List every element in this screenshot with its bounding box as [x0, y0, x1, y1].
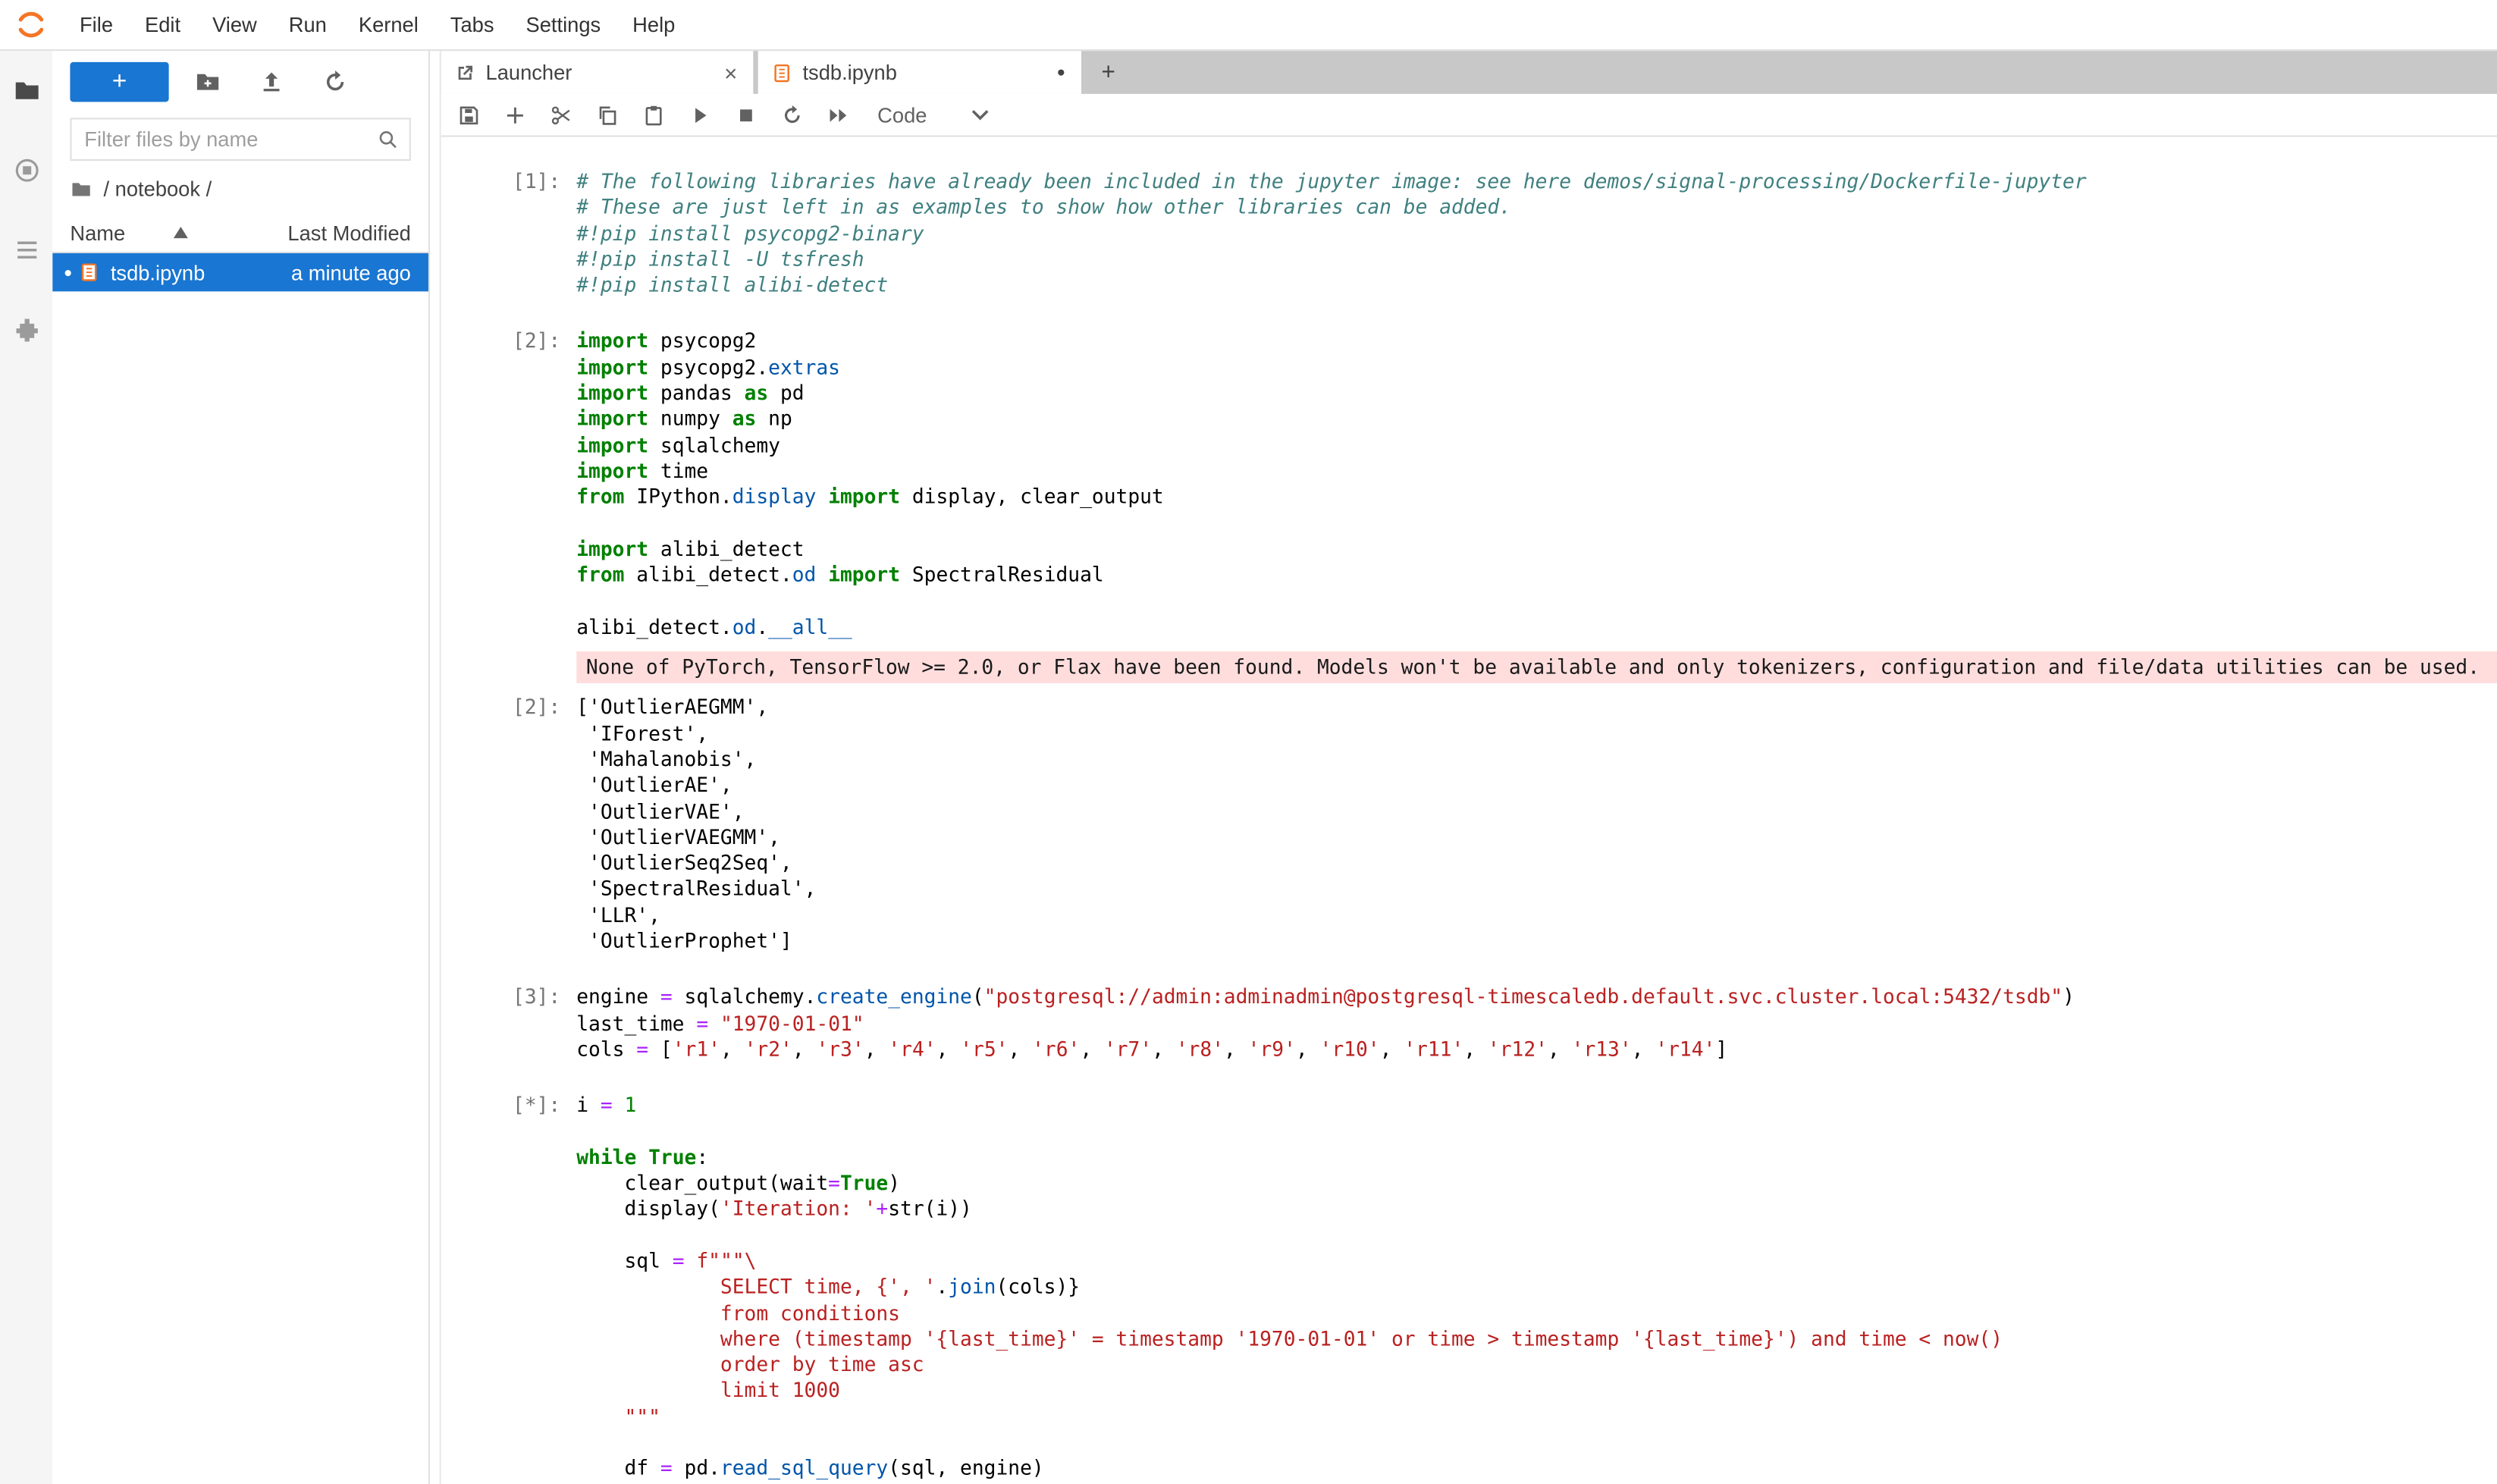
save-button[interactable] — [446, 95, 492, 135]
refresh-button[interactable] — [303, 62, 366, 102]
insert-cell-button[interactable] — [492, 95, 538, 135]
home-folder-icon — [70, 177, 92, 199]
file-browser-icon[interactable] — [0, 51, 52, 130]
notebook-cell: [3]:engine = sqlalchemy.create_engine("p… — [441, 985, 2497, 1063]
tab-label: Launcher — [486, 61, 721, 85]
column-last-modified[interactable]: Last Modified — [287, 221, 410, 245]
notebook-toolbar: Code — [441, 94, 2497, 137]
chevron-down-icon — [971, 108, 989, 121]
stderr-output: None of PyTorch, TensorFlow >= 2.0, or F… — [576, 651, 2497, 684]
menu-settings[interactable]: Settings — [510, 0, 617, 49]
cell-type-dropdown[interactable]: Code — [877, 102, 989, 127]
cut-cells-button[interactable] — [538, 95, 585, 135]
scissors-icon — [550, 102, 574, 127]
run-all-button[interactable] — [815, 95, 861, 135]
upload-button[interactable] — [239, 62, 303, 102]
menu-file[interactable]: File — [64, 0, 129, 49]
cell-input-prompt: [3]: — [441, 985, 577, 1063]
run-icon — [688, 102, 712, 127]
dock-tab-bar: Launcher × tsdb.ipynb ● + — [441, 51, 2497, 94]
file-filter — [70, 118, 410, 161]
copy-icon — [595, 102, 620, 127]
notebook-file-icon — [770, 61, 792, 83]
stop-icon — [734, 102, 758, 127]
menu-tabs[interactable]: Tabs — [434, 0, 510, 49]
file-browser-toolbar: + — [52, 51, 428, 102]
new-folder-button[interactable] — [175, 62, 239, 102]
left-activity-bar — [0, 51, 52, 1484]
search-icon — [376, 127, 400, 152]
column-name[interactable]: Name — [70, 221, 287, 245]
cell-code-editor[interactable]: import psycopg2import psycopg2.extrasimp… — [576, 329, 2497, 641]
notebook-cell: [1]:# The following libraries have alrea… — [441, 169, 2497, 299]
cell-input-prompt: [*]: — [441, 1093, 577, 1482]
cell-code-editor[interactable]: i = 1 while True: clear_output(wait=True… — [576, 1093, 2497, 1482]
cell-code-editor[interactable]: # The following libraries have already b… — [576, 169, 2497, 299]
file-last-modified: a minute ago — [291, 260, 411, 284]
unsaved-changes-icon[interactable]: ● — [1053, 65, 1068, 80]
file-browser-panel: + — [52, 51, 430, 1484]
breadcrumb-path: / notebook / — [104, 177, 212, 201]
running-kernels-icon[interactable] — [0, 130, 52, 210]
open-indicator: ● — [64, 265, 72, 281]
file-listing-header: Name Last Modified — [52, 213, 428, 253]
file-row-tsdb-ipynb[interactable]: ● tsdb.ipynb a minute ago — [52, 253, 428, 291]
execute-result-output: ['OutlierAEGMM', 'IForest', 'Mahalanobis… — [576, 695, 2497, 954]
tab-label: tsdb.ipynb — [802, 61, 1053, 85]
cell-code-editor[interactable]: engine = sqlalchemy.create_engine("postg… — [576, 985, 2497, 1063]
file-name: tsdb.ipynb — [111, 260, 291, 284]
notebook-cell: [*]:i = 1 while True: clear_output(wait=… — [441, 1093, 2497, 1482]
interrupt-kernel-button[interactable] — [723, 95, 769, 135]
tab-launcher[interactable]: Launcher × — [441, 51, 754, 94]
plus-icon — [503, 102, 528, 127]
clipboard-icon — [642, 102, 666, 127]
table-of-contents-icon[interactable] — [0, 210, 52, 290]
menu-edit[interactable]: Edit — [129, 0, 196, 49]
notebook-cells: [1]:# The following libraries have alrea… — [441, 169, 2497, 1482]
new-launcher-button[interactable]: + — [70, 62, 168, 102]
launcher-icon — [454, 61, 476, 83]
upload-icon — [257, 68, 284, 96]
save-icon — [457, 102, 482, 127]
refresh-icon — [321, 68, 348, 96]
breadcrumb[interactable]: / notebook / — [52, 161, 428, 209]
new-folder-icon — [193, 68, 221, 96]
notebook-file-icon — [79, 261, 101, 283]
notebook-scroll-area[interactable]: [1]:# The following libraries have alrea… — [441, 137, 2497, 1484]
sort-ascending-icon — [173, 226, 187, 239]
jupyter-logo-icon — [14, 8, 48, 42]
menubar: File Edit View Run Kernel Tabs Settings … — [0, 0, 2497, 51]
file-filter-input[interactable] — [70, 118, 410, 161]
restart-kernel-button[interactable] — [769, 95, 815, 135]
cell-output-prompt: [2]: — [441, 695, 577, 954]
jupyterlab-window: File Edit View Run Kernel Tabs Settings … — [0, 0, 2497, 1484]
cell-type-label: Code — [877, 102, 927, 127]
run-cell-button[interactable] — [677, 95, 723, 135]
menu-view[interactable]: View — [196, 0, 273, 49]
restart-icon — [780, 102, 805, 127]
cell-input-prompt: [1]: — [441, 169, 577, 299]
main-dock-panel: Launcher × tsdb.ipynb ● + — [440, 51, 2497, 1484]
notebook-cell: [2]:import psycopg2import psycopg2.extra… — [441, 329, 2497, 955]
fast-forward-icon — [827, 102, 851, 127]
menu-run[interactable]: Run — [273, 0, 343, 49]
add-tab-button[interactable]: + — [1086, 51, 1131, 94]
paste-cells-button[interactable] — [631, 95, 677, 135]
cell-output-prompt — [441, 651, 577, 684]
extension-manager-icon[interactable] — [0, 290, 52, 369]
tab-tsdb-ipynb[interactable]: tsdb.ipynb ● — [758, 51, 1081, 94]
copy-cells-button[interactable] — [585, 95, 631, 135]
menu-kernel[interactable]: Kernel — [343, 0, 434, 49]
menu-help[interactable]: Help — [616, 0, 691, 49]
close-icon[interactable]: × — [721, 61, 741, 83]
cell-input-prompt: [2]: — [441, 329, 577, 641]
